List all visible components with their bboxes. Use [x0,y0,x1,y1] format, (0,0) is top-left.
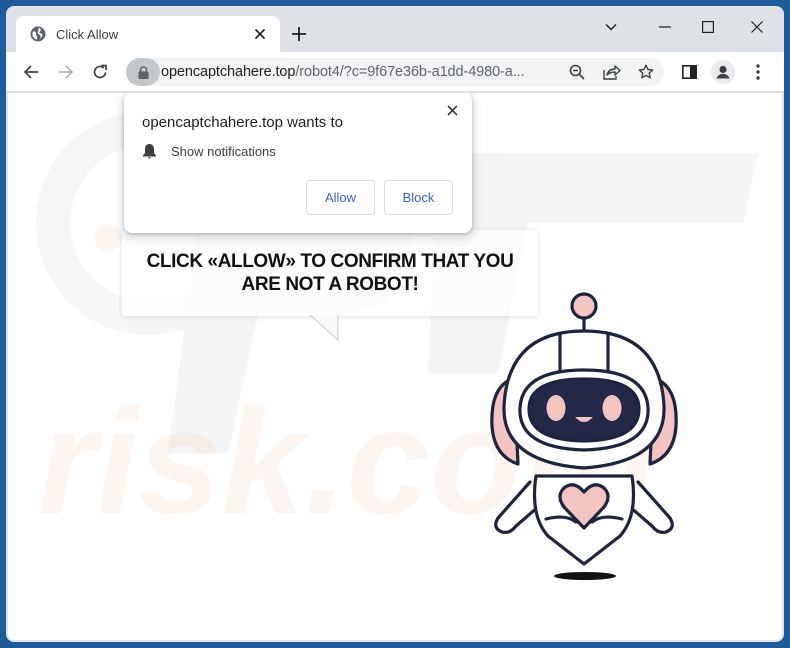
robot-shadow [554,572,616,580]
speech-bubble-tail [310,314,339,342]
close-icon [254,28,266,40]
captcha-message: CLICK «ALLOW» TO CONFIRM THAT YOU ARE NO… [146,251,514,295]
page-content: risk.com opencaptchahere.top wants to Sh… [8,93,782,640]
address-bar[interactable]: opencaptchahere.top/robot4/?c=9f67e36b-a… [126,58,664,86]
plus-icon [292,27,306,41]
globe-icon [30,26,46,42]
minimize-button[interactable] [645,12,685,42]
zoom-button[interactable] [563,58,591,86]
site-info-button[interactable] [126,58,160,86]
share-button[interactable] [598,58,626,86]
lock-icon [138,65,148,79]
permission-row: Show notifications [142,143,276,159]
minimize-icon [659,26,671,28]
url-path: /robot4/?c=9f67e36b-a1dd-4980-a... [295,64,525,80]
maximize-button[interactable] [688,12,728,42]
toolbar: opencaptchahere.top/robot4/?c=9f67e36b-a… [6,52,784,92]
prompt-close-button[interactable] [442,100,462,120]
zoom-out-icon [569,64,585,80]
close-window-button[interactable] [737,12,777,42]
arrow-right-icon [59,65,74,79]
reload-icon [93,64,107,79]
menu-button[interactable] [744,58,772,86]
robot-antenna-ball [570,292,598,320]
side-panel-icon [681,65,697,79]
notification-permission-prompt: opencaptchahere.top wants to Show notifi… [124,93,472,233]
close-icon [446,104,458,116]
robot-illustration [490,292,678,580]
share-icon [603,65,621,80]
tab-search-button[interactable] [591,12,631,42]
block-button[interactable]: Block [384,180,453,215]
profile-button[interactable] [709,58,737,86]
bell-icon [143,144,156,159]
close-icon [751,21,763,33]
permission-text: Show notifications [171,143,276,159]
profile-icon [711,60,735,84]
reload-button[interactable] [86,58,114,86]
robot-eye-right [602,395,622,421]
maximize-icon [702,21,714,33]
tab-title: Click Allow [56,26,119,42]
url-text[interactable]: opencaptchahere.top/robot4/?c=9f67e36b-a… [161,64,525,80]
forward-button[interactable] [52,58,80,86]
back-button[interactable] [17,58,45,86]
new-tab-button[interactable] [286,21,312,47]
prompt-title: opencaptchahere.top wants to [142,114,343,131]
side-panel-button[interactable] [675,58,703,86]
arrow-left-icon [23,65,38,79]
allow-button[interactable]: Allow [306,180,375,215]
speech-bubble: CLICK «ALLOW» TO CONFIRM THAT YOU ARE NO… [122,230,538,316]
chevron-down-icon [605,23,617,31]
url-domain: opencaptchahere.top [161,64,296,80]
robot-visor [527,377,641,443]
tab-active[interactable]: Click Allow [16,16,280,52]
robot-eye-left [546,395,566,421]
browser-window: Click Allow opencaptchahere.top/robot4/?… [6,6,784,642]
bookmark-button[interactable] [632,58,660,86]
more-vert-icon [756,64,760,80]
tab-strip: Click Allow [6,6,784,52]
tab-close-button[interactable] [250,24,270,44]
star-icon [638,64,654,79]
